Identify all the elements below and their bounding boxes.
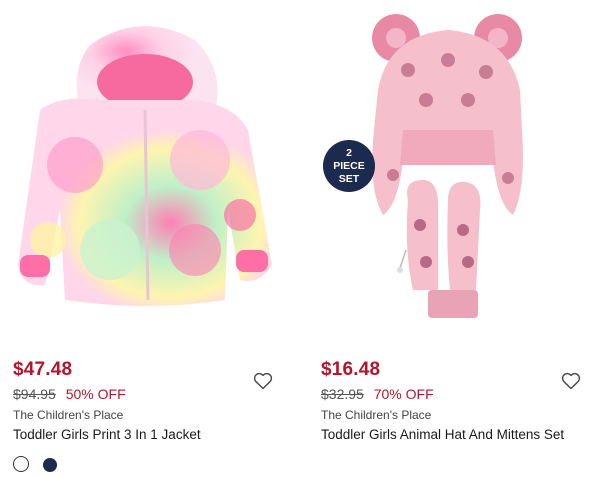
color-swatches (13, 456, 67, 477)
product-name[interactable]: Toddler Girls Animal Hat And Mittens Set (321, 425, 581, 444)
badge-line: SET (338, 172, 360, 185)
product-image-jacket[interactable] (0, 0, 285, 345)
swatch-dot[interactable] (43, 458, 58, 472)
product-card[interactable]: 2 PIECE SET $16.48 $32.95 70% OFF The Ch… (308, 0, 593, 464)
price-row: $32.95 70% OFF (321, 386, 434, 402)
badge-line: PIECE (333, 159, 365, 172)
original-price: $94.95 (13, 386, 56, 402)
product-name[interactable]: Toddler Girls Print 3 In 1 Jacket (13, 425, 273, 444)
heart-icon[interactable] (253, 372, 273, 390)
price-row: $94.95 50% OFF (13, 386, 126, 402)
product-brand: The Children's Place (13, 408, 124, 422)
piece-set-badge: 2 PIECE SET (323, 140, 375, 192)
discount-label: 70% OFF (373, 386, 434, 402)
product-price: $16.48 (321, 359, 381, 380)
product-brand: The Children's Place (321, 408, 432, 422)
original-price: $32.95 (321, 386, 364, 402)
swatch-dot[interactable] (13, 456, 29, 472)
product-price: $47.48 (13, 359, 73, 380)
product-card[interactable]: $47.48 $94.95 50% OFF The Children's Pla… (0, 0, 285, 472)
discount-label: 50% OFF (65, 386, 126, 402)
badge-line: 2 (346, 146, 352, 159)
heart-icon[interactable] (561, 372, 581, 390)
